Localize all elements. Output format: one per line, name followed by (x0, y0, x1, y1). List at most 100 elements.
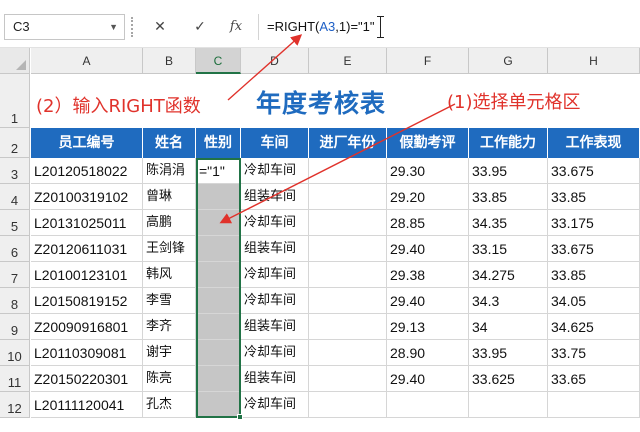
table-cell-h4[interactable]: 33.85 (548, 184, 640, 210)
table-cell-c8[interactable] (196, 288, 241, 314)
column-header-a[interactable]: A (31, 48, 143, 74)
table-cell-h9[interactable]: 34.625 (548, 314, 640, 340)
table-cell-f8[interactable]: 29.40 (387, 288, 469, 314)
table-cell-c10[interactable] (196, 340, 241, 366)
table-cell-d9[interactable]: 组装车间 (241, 314, 309, 340)
table-cell-h5[interactable]: 33.175 (548, 210, 640, 236)
table-cell-a7[interactable]: L20100123101 (31, 262, 143, 288)
chevron-down-icon[interactable]: ▼ (109, 15, 118, 39)
table-cell-g9[interactable]: 34 (469, 314, 548, 340)
cancel-button[interactable]: ✕ (146, 14, 174, 40)
table-cell-d6[interactable]: 组装车间 (241, 236, 309, 262)
table-cell-g6[interactable]: 33.15 (469, 236, 548, 262)
table-cell-b9[interactable]: 李齐 (143, 314, 196, 340)
table-cell-e9[interactable] (309, 314, 387, 340)
table-cell-c4[interactable] (196, 184, 241, 210)
name-box[interactable]: C3 ▼ (4, 14, 125, 40)
table-cell-f12[interactable] (387, 392, 469, 418)
table-cell-h12[interactable] (548, 392, 640, 418)
table-cell-d5[interactable]: 冷却车间 (241, 210, 309, 236)
table-cell-b5[interactable]: 高鹏 (143, 210, 196, 236)
table-cell-a4[interactable]: Z20100319102 (31, 184, 143, 210)
table-cell-g11[interactable]: 33.625 (469, 366, 548, 392)
table-header-cell[interactable]: 工作表现 (548, 128, 640, 158)
table-cell-c9[interactable] (196, 314, 241, 340)
table-cell-a12[interactable]: L20111120041 (31, 392, 143, 418)
select-all-button[interactable] (0, 48, 30, 74)
table-cell-f5[interactable]: 28.85 (387, 210, 469, 236)
table-cell-a11[interactable]: Z20150220301 (31, 366, 143, 392)
table-cell-a9[interactable]: Z20090916801 (31, 314, 143, 340)
table-cell-b3[interactable]: 陈涓涓 (143, 158, 196, 184)
table-cell-d12[interactable]: 冷却车间 (241, 392, 309, 418)
row-header-10[interactable]: 10 (0, 340, 30, 366)
fill-handle[interactable] (237, 414, 243, 420)
table-cell-d4[interactable]: 组装车间 (241, 184, 309, 210)
row-header-8[interactable]: 8 (0, 288, 30, 314)
table-cell-h11[interactable]: 33.65 (548, 366, 640, 392)
row-header-7[interactable]: 7 (0, 262, 30, 288)
table-header-cell[interactable]: 假勤考评 (387, 128, 469, 158)
table-cell-a8[interactable]: L20150819152 (31, 288, 143, 314)
table-cell-d11[interactable]: 组装车间 (241, 366, 309, 392)
row-header-9[interactable]: 9 (0, 314, 30, 340)
table-cell-c6[interactable] (196, 236, 241, 262)
row-header-4[interactable]: 4 (0, 184, 30, 210)
table-cell-c11[interactable] (196, 366, 241, 392)
table-cell-h3[interactable]: 33.675 (548, 158, 640, 184)
row-header-12[interactable]: 12 (0, 392, 30, 418)
splitter-handle[interactable] (131, 17, 133, 37)
table-cell-e8[interactable] (309, 288, 387, 314)
table-cell-b7[interactable]: 韩风 (143, 262, 196, 288)
table-cell-g7[interactable]: 34.275 (469, 262, 548, 288)
table-header-cell[interactable]: 车间 (241, 128, 309, 158)
table-cell-d8[interactable]: 冷却车间 (241, 288, 309, 314)
table-cell-e5[interactable] (309, 210, 387, 236)
row-header-6[interactable]: 6 (0, 236, 30, 262)
table-cell-g5[interactable]: 34.35 (469, 210, 548, 236)
table-cell-f11[interactable]: 29.40 (387, 366, 469, 392)
table-cell-c7[interactable] (196, 262, 241, 288)
table-cell-f3[interactable]: 29.30 (387, 158, 469, 184)
table-cell-e12[interactable] (309, 392, 387, 418)
table-cell-a3[interactable]: L20120518022 (31, 158, 143, 184)
column-header-e[interactable]: E (309, 48, 387, 74)
table-header-cell[interactable]: 性别 (196, 128, 241, 158)
table-cell-e4[interactable] (309, 184, 387, 210)
row-header-5[interactable]: 5 (0, 210, 30, 236)
table-cell-e7[interactable] (309, 262, 387, 288)
row-header-3[interactable]: 3 (0, 158, 30, 184)
column-header-d[interactable]: D (241, 48, 309, 74)
table-cell-g10[interactable]: 33.95 (469, 340, 548, 366)
table-cell-g4[interactable]: 33.85 (469, 184, 548, 210)
table-cell-f4[interactable]: 29.20 (387, 184, 469, 210)
table-header-cell[interactable]: 工作能力 (469, 128, 548, 158)
table-cell-h8[interactable]: 34.05 (548, 288, 640, 314)
table-cell-b6[interactable]: 王剑锋 (143, 236, 196, 262)
table-cell-d7[interactable]: 冷却车间 (241, 262, 309, 288)
column-header-f[interactable]: F (387, 48, 469, 74)
table-cell-a6[interactable]: Z20120611031 (31, 236, 143, 262)
table-cell-h7[interactable]: 33.85 (548, 262, 640, 288)
table-cell-a5[interactable]: L20131025011 (31, 210, 143, 236)
table-header-cell[interactable]: 姓名 (143, 128, 196, 158)
row-header-2[interactable]: 2 (0, 128, 30, 158)
table-cell-g12[interactable] (469, 392, 548, 418)
table-cell-c3[interactable]: ="1" (196, 158, 241, 184)
column-header-g[interactable]: G (469, 48, 548, 74)
table-cell-f10[interactable]: 28.90 (387, 340, 469, 366)
table-cell-c5[interactable] (196, 210, 241, 236)
table-cell-g8[interactable]: 34.3 (469, 288, 548, 314)
table-cell-e11[interactable] (309, 366, 387, 392)
table-cell-b10[interactable]: 谢宇 (143, 340, 196, 366)
table-cell-a10[interactable]: L20110309081 (31, 340, 143, 366)
table-cell-d3[interactable]: 冷却车间 (241, 158, 309, 184)
column-header-c[interactable]: C (196, 48, 241, 74)
table-cell-h6[interactable]: 33.675 (548, 236, 640, 262)
formula-input[interactable]: =RIGHT(A3,1)="1" (258, 14, 640, 40)
table-cell-c12[interactable] (196, 392, 241, 418)
row-header-1[interactable]: 1 (0, 74, 30, 128)
table-cell-f7[interactable]: 29.38 (387, 262, 469, 288)
table-header-cell[interactable]: 员工编号 (31, 128, 143, 158)
table-cell-g3[interactable]: 33.95 (469, 158, 548, 184)
